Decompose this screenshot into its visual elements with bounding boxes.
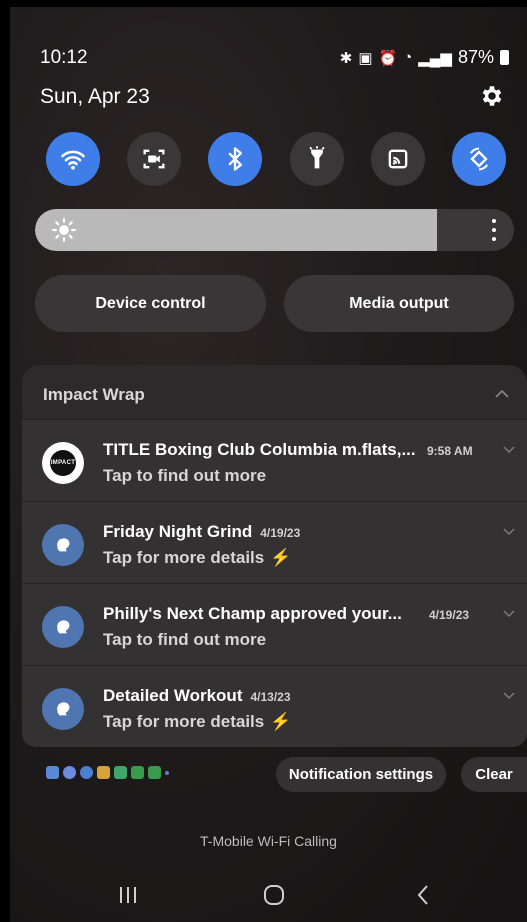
- status-icons: ✱ ▣ ⏰ ◔ ▂▄▆ 87%: [340, 47, 509, 68]
- game-tray-icon: [131, 766, 144, 779]
- expand-chevron-icon[interactable]: [503, 610, 515, 618]
- cast-toggle[interactable]: [370, 132, 425, 186]
- bolt-icon: ⚡: [270, 548, 292, 567]
- home-icon[interactable]: [260, 881, 288, 909]
- auto-rotate-icon: [469, 147, 488, 171]
- alarm-tray-icon: [63, 766, 76, 779]
- status-time: 10:12: [40, 47, 88, 68]
- clear-button[interactable]: Clear: [461, 757, 527, 792]
- auto-rotate-toggle[interactable]: [451, 132, 506, 186]
- screen-recorder-icon: [143, 149, 165, 169]
- bluetooth-toggle[interactable]: [208, 132, 263, 186]
- notification-subtitle: Tap to find out more: [103, 466, 267, 485]
- device-control-button[interactable]: Device control: [35, 275, 266, 332]
- notification-settings-button[interactable]: Notification settings: [276, 757, 446, 792]
- notification-tray-icons: [46, 766, 169, 779]
- bluetooth-status-icon: ✱: [339, 49, 353, 67]
- notification-shade: 10:12 ✱ ▣ ⏰ ◔ ▂▄▆ 87% Sun, Apr 23 Device…: [10, 7, 527, 922]
- signal-status-icon: ▂▄▆: [418, 49, 452, 67]
- bluetooth-icon: [228, 147, 243, 171]
- notification-item[interactable]: Friday Night Grind 4/19/23 Tap for more d…: [22, 501, 527, 583]
- more-options-icon[interactable]: [484, 217, 504, 243]
- notification-subtitle: Tap for more details: [103, 712, 265, 731]
- notification-item[interactable]: Philly's Next Champ approved your... 4/1…: [22, 583, 527, 665]
- boxing-glove-icon: [42, 606, 84, 648]
- game-tray-icon: [148, 766, 161, 779]
- media-output-button[interactable]: Media output: [284, 275, 514, 332]
- more-dot-icon: [165, 770, 169, 775]
- status-date: Sun, Apr 23: [40, 85, 150, 108]
- notification-time: 9:58 AM: [427, 444, 473, 458]
- notification-time: 4/19/23: [260, 526, 301, 540]
- wifi-toggle[interactable]: [46, 132, 100, 186]
- expand-chevron-icon[interactable]: [503, 692, 515, 700]
- pill-tray-icon: [97, 766, 110, 779]
- alarm-status-icon: ⏰: [378, 49, 398, 67]
- boxing-glove-icon: [42, 524, 84, 566]
- notification-subtitle-line: Tap for more details ⚡: [103, 712, 291, 732]
- wifi-icon: [61, 150, 85, 170]
- notification-title-line: Friday Night Grind 4/19/23: [103, 522, 300, 542]
- brightness-slider[interactable]: [35, 209, 514, 251]
- title-boxing-logo: IMPACT: [42, 442, 84, 484]
- notification-subtitle: Tap for more details: [103, 548, 265, 567]
- notification-item[interactable]: IMPACT TITLE Boxing Club Columbia m.flat…: [22, 419, 527, 501]
- notification-time: 4/13/23: [250, 690, 291, 704]
- notification-group-app-name: Impact Wrap: [43, 385, 145, 404]
- bolt-icon: ⚡: [270, 712, 292, 731]
- brightness-fill: [35, 209, 438, 251]
- notification-title-line: Detailed Workout 4/13/23: [103, 686, 291, 706]
- expand-chevron-icon[interactable]: [503, 528, 515, 536]
- settings-gear-icon[interactable]: [479, 83, 505, 109]
- notification-title: Detailed Workout: [103, 686, 243, 705]
- expand-chevron-icon[interactable]: [503, 446, 515, 454]
- game-tray-icon: [114, 766, 127, 779]
- notification-item[interactable]: Detailed Workout 4/13/23 Tap for more det…: [22, 665, 527, 747]
- notification-title: Philly's Next Champ approved your...: [103, 604, 402, 623]
- boxing-glove-icon: [42, 688, 84, 730]
- recent-apps-icon[interactable]: [114, 881, 142, 909]
- wifi-status-icon: ◔: [403, 49, 413, 66]
- collapse-chevron-icon[interactable]: [495, 389, 509, 399]
- notification-subtitle: Tap to find out more: [103, 630, 267, 649]
- screen-recorder-toggle[interactable]: [127, 132, 182, 186]
- notification-title: Friday Night Grind: [103, 522, 253, 541]
- back-icon[interactable]: [410, 881, 438, 909]
- battery-icon: [500, 50, 509, 65]
- battery-percent: 87%: [457, 47, 494, 67]
- nfc-status-icon: ▣: [358, 49, 373, 67]
- navigation-bar: [10, 875, 527, 915]
- notification-group: Impact Wrap IMPACT TITLE Boxing Club Col…: [22, 365, 527, 747]
- flashlight-icon: [308, 146, 325, 169]
- app-tray-icon: [46, 766, 59, 779]
- notification-subtitle-line: Tap for more details ⚡: [103, 548, 291, 568]
- carrier-label: T-Mobile Wi-Fi Calling: [200, 833, 337, 849]
- cast-icon: [388, 149, 408, 169]
- brightness-sun-icon: [52, 218, 76, 242]
- notification-title: TITLE Boxing Club Columbia m.flats,...: [103, 440, 416, 459]
- notification-time: 4/19/23: [429, 608, 470, 622]
- sync-tray-icon: [80, 766, 93, 779]
- flashlight-toggle[interactable]: [289, 132, 344, 186]
- quick-settings-row: [46, 132, 506, 186]
